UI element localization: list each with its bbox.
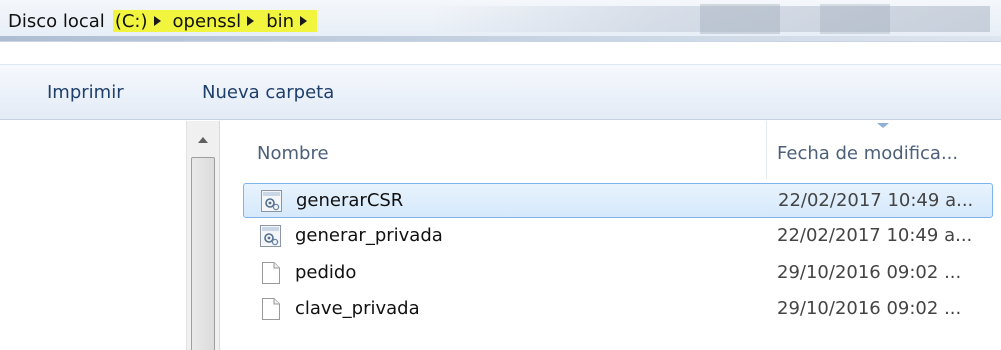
chevron-right-icon[interactable] [300,16,308,26]
file-row[interactable]: pedido 29/10/2016 09:02 ... [243,256,993,291]
file-name: generar_privada [295,225,443,246]
address-bar-divider [0,36,1001,41]
breadcrumb: Disco local (C:) openssl bin [6,10,318,32]
blurred-area [820,4,890,34]
file-date: 29/10/2016 09:02 ... [777,298,962,319]
sort-arrow-icon [877,123,889,128]
breadcrumb-drive[interactable]: (C:) [112,10,171,32]
breadcrumb-label: (C:) [114,10,148,32]
breadcrumb-bin[interactable]: bin [264,10,318,32]
command-bar: Imprimir Nueva carpeta [0,64,1001,120]
breadcrumb-label: openssl [172,10,242,32]
file-row[interactable]: generar_privada 22/02/2017 10:49 a... [243,219,993,254]
column-header-row: Nombre Fecha de modifica... [221,121,1001,179]
file-name: generarCSR [296,190,404,211]
batch-file-icon [260,225,281,247]
breadcrumb-openssl[interactable]: openssl [170,10,265,32]
breadcrumb-disk[interactable]: Disco local [6,10,113,32]
navigation-pane [0,121,186,350]
chevron-right-icon[interactable] [153,16,161,26]
blank-file-icon [262,262,280,284]
file-name: clave_privada [295,298,420,319]
file-list: Nombre Fecha de modifica... generarCSR 2… [221,121,1001,350]
file-date: 22/02/2017 10:49 a... [778,190,974,211]
chevron-up-icon [198,137,208,143]
blank-file-icon [262,298,280,320]
chevron-right-icon[interactable] [247,16,255,26]
scroll-up-button[interactable] [187,121,219,157]
address-bar[interactable]: Disco local (C:) openssl bin [0,0,1001,42]
scroll-thumb[interactable] [191,157,215,350]
column-header-date[interactable]: Fecha de modifica... [777,143,958,164]
file-row[interactable]: clave_privada 29/10/2016 09:02 ... [243,292,993,327]
print-button[interactable]: Imprimir [47,82,124,103]
file-name: pedido [295,262,357,283]
batch-file-icon [261,190,282,212]
blurred-area [700,4,780,34]
navigation-scrollbar[interactable] [186,121,220,350]
new-folder-button[interactable]: Nueva carpeta [202,82,334,103]
file-date: 29/10/2016 09:02 ... [777,262,962,283]
column-divider[interactable] [766,121,767,179]
file-row[interactable]: generarCSR 22/02/2017 10:49 a... [243,183,993,218]
file-date: 22/02/2017 10:49 a... [777,225,973,246]
breadcrumb-label: Disco local [8,10,105,32]
column-header-name[interactable]: Nombre [257,143,329,164]
breadcrumb-label: bin [266,10,295,32]
